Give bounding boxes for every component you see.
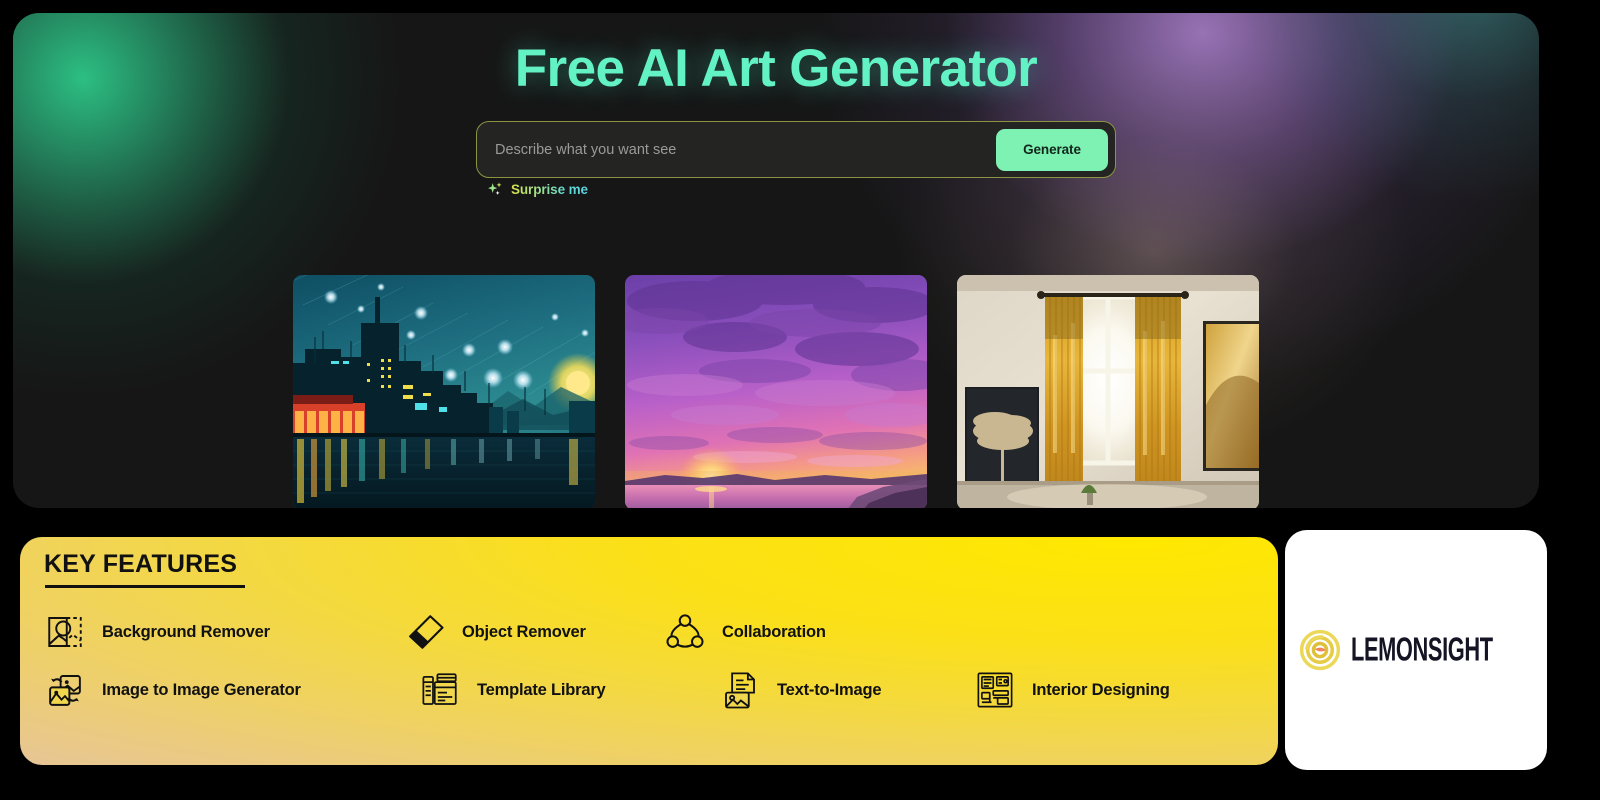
collaboration-icon	[666, 614, 704, 648]
feature-label: Interior Designing	[1032, 680, 1170, 699]
feature-object-remover[interactable]: Object Remover	[404, 611, 664, 653]
surprise-me-link[interactable]: Surprise me	[487, 181, 588, 198]
brand-logo-card: LEMONSIGHT	[1285, 530, 1547, 770]
hero-panel: Free AI Art Generator Generate Surprise …	[13, 13, 1539, 508]
feature-label: Collaboration	[722, 622, 826, 641]
text-to-image-icon	[725, 672, 755, 709]
gallery-item-interior-room-golden-curtains[interactable]	[957, 275, 1259, 508]
generate-button[interactable]: Generate	[996, 128, 1108, 171]
background-remover-icon	[48, 617, 82, 647]
page-title: Free AI Art Generator	[514, 39, 1038, 98]
features-row-1: Background Remover Object Remover Collab…	[44, 611, 1254, 653]
feature-label: Text-to-Image	[777, 680, 882, 699]
eraser-icon	[409, 615, 444, 649]
gallery-item-purple-sunset-seascape[interactable]	[625, 275, 927, 508]
features-grid: Background Remover Object Remover Collab…	[44, 611, 1254, 711]
feature-label: Image to Image Generator	[102, 680, 301, 699]
interior-room-art	[957, 275, 1259, 508]
image-to-image-icon	[49, 675, 81, 706]
prompt-input[interactable]	[477, 122, 996, 177]
feature-collaboration[interactable]: Collaboration	[664, 611, 924, 653]
feature-image-to-image-generator[interactable]: Image to Image Generator	[44, 669, 419, 711]
sparkle-icon	[488, 182, 502, 195]
key-features-title: KEY FEATURES	[44, 550, 238, 578]
title-underline	[45, 585, 245, 588]
feature-label: Template Library	[477, 680, 606, 699]
feature-label: Object Remover	[462, 622, 586, 641]
feature-template-library[interactable]: Template Library	[419, 669, 719, 711]
feature-background-remover[interactable]: Background Remover	[44, 611, 364, 653]
lemon-swirl-icon	[1300, 629, 1341, 671]
template-library-icon	[422, 673, 457, 705]
page-root: Free AI Art Generator Generate Surprise …	[0, 0, 1600, 800]
brand-name: LEMONSIGHT	[1351, 631, 1493, 668]
surprise-me-label: Surprise me	[511, 182, 588, 197]
feature-text-to-image[interactable]: Text-to-Image	[719, 669, 974, 711]
starry-night-cityscape-art	[293, 275, 595, 508]
image-gallery	[13, 275, 1539, 508]
feature-interior-designing[interactable]: Interior Designing	[974, 669, 1234, 711]
feature-label: Background Remover	[102, 622, 270, 641]
interior-design-icon	[977, 672, 1013, 708]
prompt-bar: Generate	[476, 121, 1116, 178]
gallery-item-starry-night-cityscape[interactable]	[293, 275, 595, 508]
key-features-panel: KEY FEATURES Background Remover Object R…	[20, 537, 1278, 765]
purple-sunset-seascape-art	[625, 275, 927, 508]
features-row-2: Image to Image Generator Template Librar…	[44, 669, 1254, 711]
